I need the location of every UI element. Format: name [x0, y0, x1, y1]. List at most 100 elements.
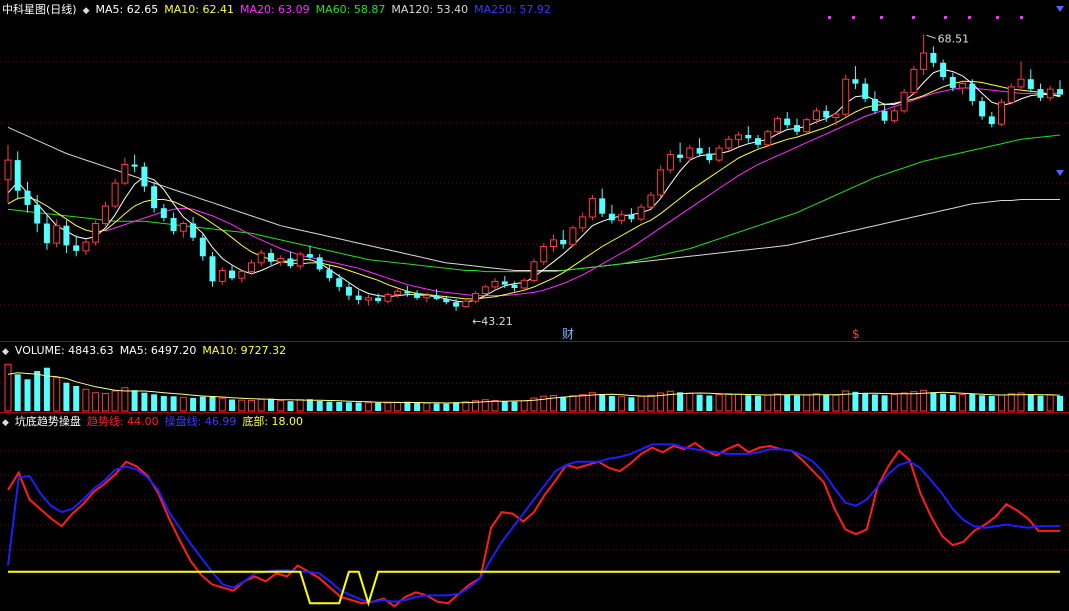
high-price-label: 68.51	[938, 32, 970, 45]
candle-body	[1046, 88, 1054, 99]
price-panel[interactable]: 中科星图(日线) ◆ MA5: 62.65 MA10: 62.41 MA20: 63.0…	[0, 0, 1069, 340]
candle-body	[316, 257, 323, 270]
candle-body	[755, 138, 761, 145]
candle-body	[345, 286, 352, 296]
candle-body	[628, 214, 635, 220]
ma60-line	[7, 134, 1061, 273]
candle-body	[530, 261, 538, 281]
volume-bar	[277, 400, 285, 412]
volume-title: VOLUME: 4843.63	[14, 344, 114, 357]
candle-body	[384, 294, 392, 302]
volume-bar	[111, 390, 119, 412]
event-dot	[852, 16, 855, 19]
candle-body	[111, 182, 119, 207]
candle-body	[998, 101, 1005, 125]
event-dot	[880, 16, 883, 19]
volume-bar	[151, 394, 158, 411]
volume-bar	[453, 402, 460, 411]
volume-bar	[4, 363, 12, 412]
collapse-icon[interactable]: ◆	[2, 418, 9, 428]
volume-bar	[257, 398, 265, 412]
volume-bar	[940, 393, 947, 411]
volume-bar	[949, 395, 956, 411]
volume-bar	[696, 394, 703, 411]
volume-bar	[677, 392, 684, 411]
candle-body	[813, 110, 820, 121]
candle-body	[229, 270, 235, 279]
candle-body	[481, 286, 489, 294]
volume-bar	[784, 394, 791, 411]
volume-bar	[852, 391, 859, 411]
candle-body	[657, 169, 665, 196]
ma-legend-item: MA120: 53.40	[391, 3, 469, 16]
event-dot	[996, 16, 999, 19]
candle-body	[569, 227, 577, 245]
volume-bar	[190, 398, 197, 411]
volume-bar	[569, 395, 577, 412]
event-dot	[828, 16, 831, 19]
ma-legend-item: MA250: 57.92	[474, 3, 551, 16]
volume-bar	[375, 402, 382, 411]
operate-label: 操盘线: 46.99	[164, 415, 237, 428]
candle-body	[550, 239, 557, 247]
candle-body	[715, 147, 723, 161]
volume-bar	[170, 396, 177, 411]
candle-body	[375, 297, 382, 302]
candle-body	[1007, 86, 1015, 103]
candle-body	[1057, 89, 1063, 95]
candle-body	[862, 83, 869, 99]
candle-body	[637, 206, 645, 220]
volume-bar	[423, 402, 431, 412]
volume-ma5: MA5: 6497.20	[119, 344, 197, 357]
candle-body	[131, 164, 138, 167]
volume-bar	[890, 394, 898, 412]
volume-bar	[63, 382, 70, 411]
volume-bar	[73, 386, 80, 411]
candle-body	[666, 154, 674, 171]
candle-body	[910, 68, 918, 93]
volume-legend: ◆ VOLUME: 4843.63 MA5: 6497.20 MA10: 9727.3…	[2, 343, 292, 359]
candle-body	[53, 225, 61, 244]
volume-bar	[296, 399, 304, 412]
volume-bar	[92, 392, 100, 412]
bottom-line	[8, 570, 1060, 607]
volume-bar	[1017, 392, 1025, 412]
volume-bar	[1027, 394, 1034, 411]
volume-panel[interactable]: ◆ VOLUME: 4843.63 MA5: 6497.20 MA10: 9727.3…	[0, 343, 1069, 412]
candle-body	[404, 291, 411, 294]
volume-bar	[628, 397, 635, 411]
volume-bar	[735, 393, 742, 412]
volume-bar	[501, 401, 508, 411]
volume-bar	[979, 395, 986, 411]
candle-body	[900, 91, 908, 112]
candle-body	[784, 118, 791, 126]
volume-bar	[745, 395, 752, 411]
indicator-panel[interactable]: ◆ 坑底趋势操盘 趋势线: 44.00 操盘线: 46.99 底部: 18.00	[0, 413, 1069, 611]
volume-bar	[579, 394, 587, 412]
price-chart[interactable]: 68.51 ←43.21 财 $	[0, 0, 1069, 340]
candle-body	[588, 197, 596, 218]
collapse-icon[interactable]: ◆	[83, 6, 90, 16]
trend-line	[7, 441, 1060, 608]
candle-body	[306, 254, 313, 258]
candle-body	[423, 295, 431, 299]
price-legend: 中科星图(日线) ◆ MA5: 62.65 MA10: 62.41 MA20: 63.0…	[2, 2, 563, 18]
candle-body	[364, 297, 372, 301]
collapse-icon[interactable]: ◆	[2, 347, 9, 357]
candle-body	[414, 293, 421, 298]
candle-body	[579, 216, 587, 229]
volume-bar	[43, 367, 50, 411]
candle-body	[599, 198, 606, 214]
indicator-chart[interactable]	[0, 413, 1069, 611]
volume-bar	[871, 394, 878, 411]
volume-bar	[24, 379, 31, 411]
volume-bar	[715, 394, 723, 412]
volume-bar	[326, 401, 333, 411]
volume-bar	[560, 396, 567, 411]
volume-bar	[725, 393, 733, 412]
volume-bar	[384, 402, 392, 412]
candle-body	[1027, 79, 1034, 89]
volume-bar	[706, 395, 713, 411]
candle-body	[326, 269, 333, 279]
event-dot	[944, 16, 947, 19]
